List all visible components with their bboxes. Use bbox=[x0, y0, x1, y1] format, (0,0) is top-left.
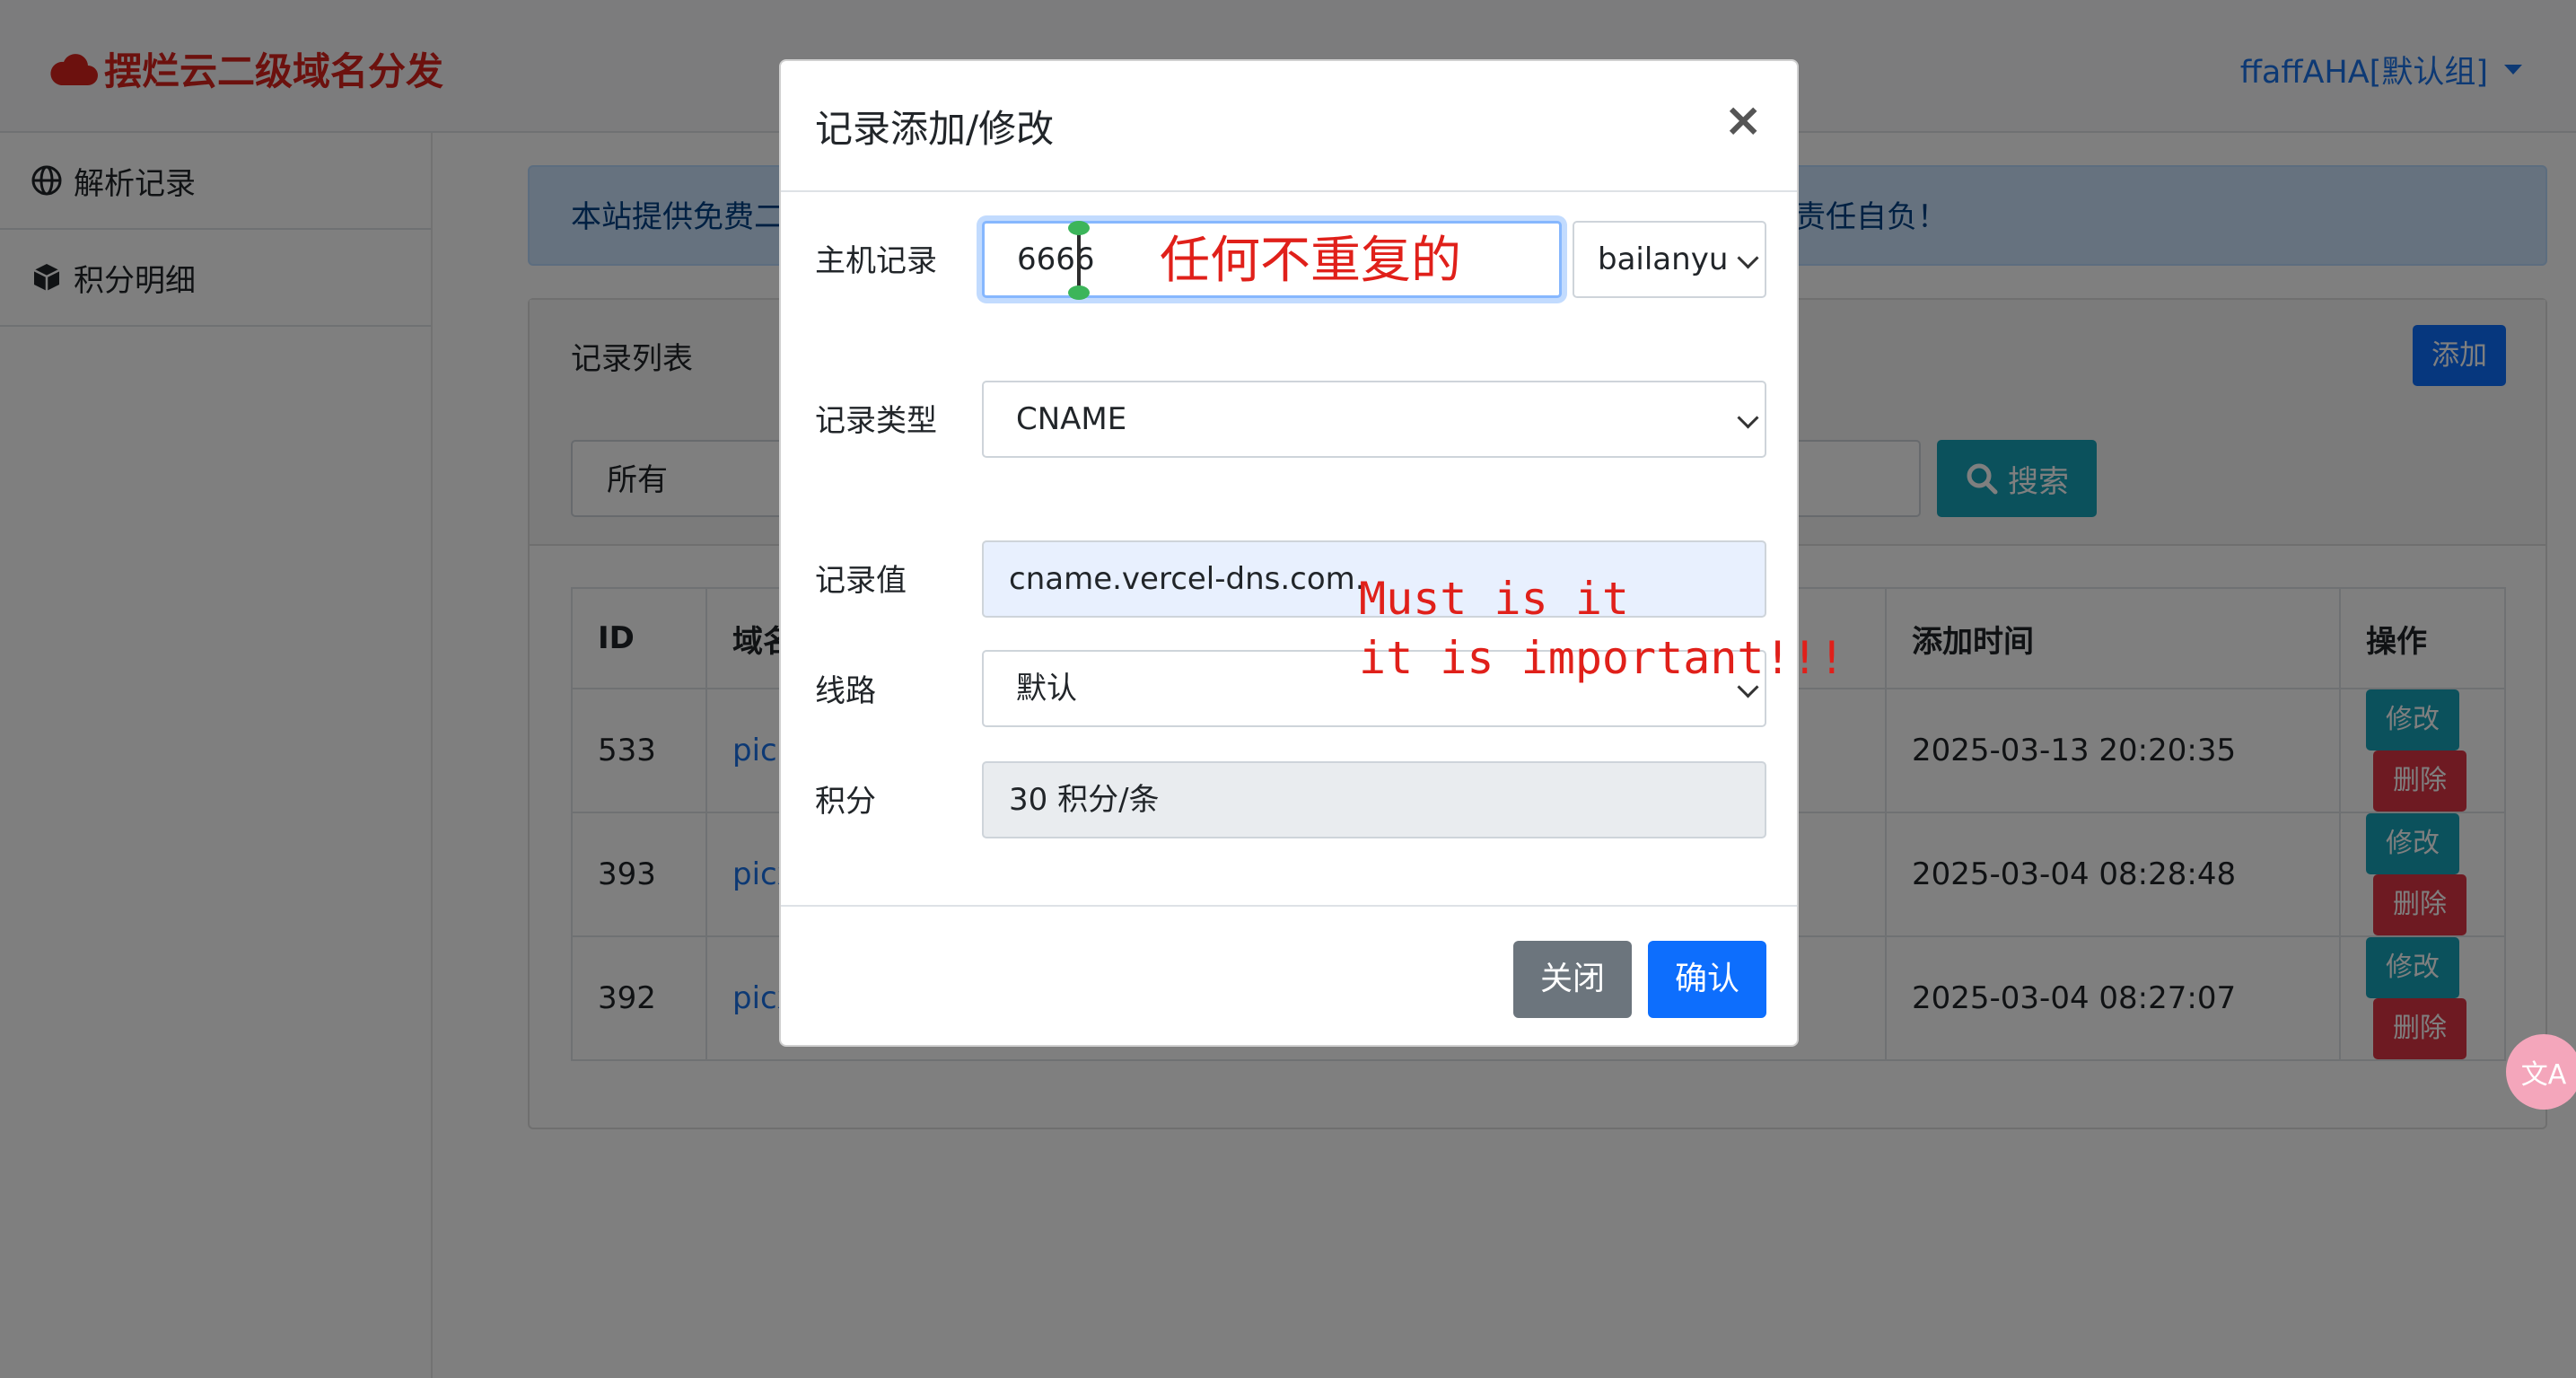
text-cursor bbox=[1077, 226, 1081, 293]
translate-icon[interactable]: 文A bbox=[2506, 1034, 2576, 1110]
points-value: 30 积分/条 bbox=[1009, 782, 1160, 818]
host-annotation: 任何不重复的 bbox=[1160, 232, 1461, 290]
points-field: 30 积分/条 bbox=[982, 761, 1766, 838]
cursor-handle-top[interactable] bbox=[1068, 221, 1090, 235]
value-annotation: Must is it it is important!!! bbox=[1359, 573, 1845, 684]
page: 摆烂云二级域名分发 ffaffAHA[默认组] 解析记录 积分明细 本站提供免费… bbox=[0, 0, 2576, 1378]
record-value-text: cname.vercel-dns.com. bbox=[1009, 561, 1365, 597]
points-label: 积分 bbox=[815, 784, 876, 820]
close-button[interactable]: 关闭 bbox=[1513, 941, 1632, 1018]
chevron-down-icon bbox=[1737, 407, 1759, 429]
record-type-value: CNAME bbox=[1016, 401, 1127, 437]
modal-header: 记录添加/修改 × bbox=[781, 61, 1797, 192]
type-label: 记录类型 bbox=[815, 403, 937, 439]
close-icon[interactable]: × bbox=[1723, 93, 1763, 147]
line-label: 线路 bbox=[815, 673, 876, 709]
host-input-value: 6666 bbox=[1017, 241, 1095, 277]
host-label: 主机记录 bbox=[815, 243, 937, 279]
confirm-button[interactable]: 确认 bbox=[1648, 941, 1766, 1018]
record-modal: 记录添加/修改 × 主机记录 6666 bailanyu 任何不重复的 记录类型… bbox=[779, 59, 1845, 1049]
domain-suffix-select[interactable]: bailanyu bbox=[1573, 221, 1766, 298]
value-label: 记录值 bbox=[815, 563, 907, 599]
modal-footer: 关闭 确认 bbox=[781, 905, 1797, 1049]
modal-title: 记录添加/修改 bbox=[815, 107, 1055, 151]
domain-suffix-value: bailanyu bbox=[1598, 241, 1729, 277]
cursor-handle-bottom[interactable] bbox=[1068, 285, 1090, 300]
chevron-down-icon bbox=[1737, 247, 1759, 269]
record-type-select[interactable]: CNAME bbox=[982, 381, 1766, 458]
line-value: 默认 bbox=[1016, 671, 1077, 707]
